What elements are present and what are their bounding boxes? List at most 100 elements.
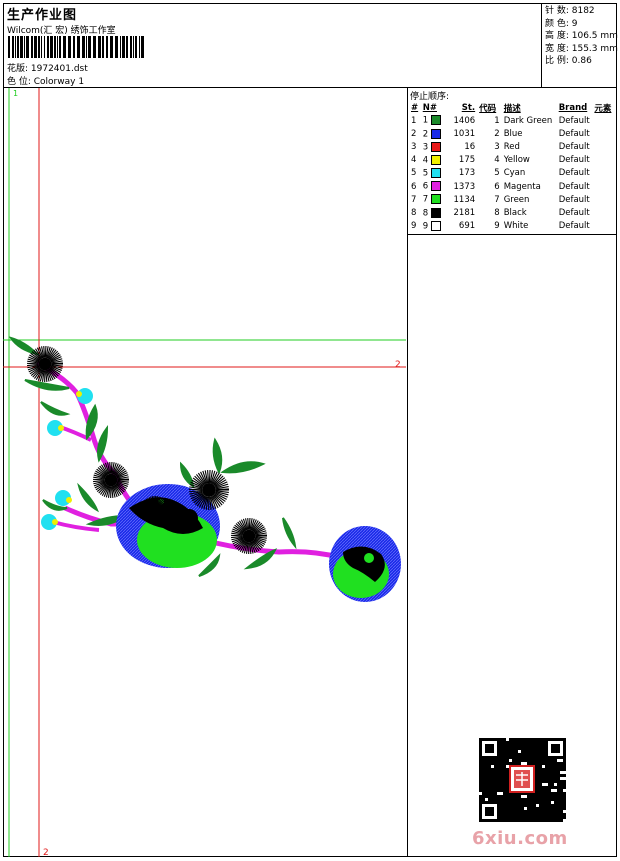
row-brand: Default: [557, 206, 593, 219]
color-swatch: [431, 168, 441, 178]
row-code: 2: [477, 127, 502, 140]
row-desc: Green: [502, 193, 557, 206]
row-index: 4: [409, 154, 421, 167]
row-stitches: 16: [447, 140, 477, 153]
site-watermark: 6xiu.com: [472, 828, 568, 849]
row-code: 4: [477, 154, 502, 167]
row-brand: Default: [557, 220, 593, 233]
row-stitches: 175: [447, 154, 477, 167]
qr-code-icon: [478, 738, 566, 822]
row-brand: Default: [557, 114, 593, 127]
color-swatch: [431, 208, 441, 218]
row-code: 3: [477, 140, 502, 153]
design-height: 高 度: 106.5 mm: [545, 30, 617, 43]
col-n: N#: [421, 101, 447, 114]
row-index: 7: [409, 193, 421, 206]
company-name: Wilcom(汇 宏) 绣饰工作室: [7, 23, 116, 36]
row-n: 2: [421, 127, 447, 140]
row-desc: Cyan: [502, 167, 557, 180]
guide-marker-2-v: 2: [43, 848, 49, 857]
row-n: 9: [421, 220, 447, 233]
guide-marker-2-h: 2: [395, 360, 401, 370]
row-code: 1: [477, 114, 502, 127]
row-index: 2: [409, 127, 421, 140]
row-desc: Red: [502, 140, 557, 153]
row-stitches: 2181: [447, 206, 477, 219]
col-element: 元素: [592, 101, 617, 114]
legend-row: 22 10312BlueDefault: [409, 127, 617, 140]
row-element: [592, 140, 617, 153]
row-desc: Black: [502, 206, 557, 219]
row-brand: Default: [557, 127, 593, 140]
color-swatch: [431, 142, 441, 152]
col-stitches: St.: [447, 101, 477, 114]
row-element: [592, 206, 617, 219]
row-desc: Blue: [502, 127, 557, 140]
row-desc: Yellow: [502, 154, 557, 167]
row-stitches: 1031: [447, 127, 477, 140]
row-desc: Magenta: [502, 180, 557, 193]
red-seal-icon: [510, 766, 534, 792]
row-element: [592, 180, 617, 193]
row-desc: Dark Green: [502, 114, 557, 127]
row-desc: White: [502, 220, 557, 233]
row-stitches: 1373: [447, 180, 477, 193]
stitch-count: 针 数: 8182: [545, 5, 617, 18]
guide-marker-1: 1: [13, 89, 18, 98]
row-index: 6: [409, 180, 421, 193]
color-swatch: [431, 129, 441, 139]
row-stitches: 691: [447, 220, 477, 233]
row-index: 9: [409, 220, 421, 233]
row-index: 5: [409, 167, 421, 180]
color-count: 颜 色: 9: [545, 18, 617, 31]
row-n: 4: [421, 154, 447, 167]
row-index: 1: [409, 114, 421, 127]
sheet-title: 生产作业图: [7, 4, 77, 23]
legend-row: 33 163RedDefault: [409, 140, 617, 153]
legend-row: 99 6919WhiteDefault: [409, 220, 617, 233]
row-stitches: 173: [447, 167, 477, 180]
design-scale: 比 例: 0.86: [545, 55, 617, 68]
row-stitches: 1134: [447, 193, 477, 206]
row-stitches: 1406: [447, 114, 477, 127]
row-n: 1: [421, 114, 447, 127]
row-code: 9: [477, 220, 502, 233]
color-legend: 停止顺序: # N# St. 代码 描述 Brand 元素 11 14061Da…: [408, 88, 617, 235]
row-code: 5: [477, 167, 502, 180]
legend-row: 44 1754YellowDefault: [409, 154, 617, 167]
colorway: 色 位: Colorway 1: [7, 74, 84, 87]
col-index: #: [409, 101, 421, 114]
row-code: 6: [477, 180, 502, 193]
row-brand: Default: [557, 193, 593, 206]
row-element: [592, 193, 617, 206]
embroidery-design: 1 2 2: [3, 88, 408, 857]
col-code: 代码: [477, 101, 502, 114]
row-index: 8: [409, 206, 421, 219]
legend-row: 66 13736MagentaDefault: [409, 180, 617, 193]
row-code: 7: [477, 193, 502, 206]
design-stats: 针 数: 8182 颜 色: 9 高 度: 106.5 mm 宽 度: 155.…: [541, 3, 617, 87]
legend-table: # N# St. 代码 描述 Brand 元素 11 14061Dark Gre…: [409, 101, 617, 233]
row-brand: Default: [557, 154, 593, 167]
row-brand: Default: [557, 180, 593, 193]
row-n: 6: [421, 180, 447, 193]
design-width: 宽 度: 155.3 mm: [545, 43, 617, 56]
row-n: 8: [421, 206, 447, 219]
color-swatch: [431, 221, 441, 231]
row-brand: Default: [557, 140, 593, 153]
legend-row: 11 14061Dark GreenDefault: [409, 114, 617, 127]
row-code: 8: [477, 206, 502, 219]
legend-row: 55 1735CyanDefault: [409, 167, 617, 180]
large-flower-right: [329, 526, 401, 602]
row-element: [592, 220, 617, 233]
row-n: 3: [421, 140, 447, 153]
color-swatch: [431, 115, 441, 125]
col-desc: 描述: [502, 101, 557, 114]
col-brand: Brand: [557, 101, 593, 114]
row-index: 3: [409, 140, 421, 153]
design-canvas: 1 2 2: [3, 88, 408, 857]
color-swatch: [431, 194, 441, 204]
row-element: [592, 127, 617, 140]
pattern-file: 花版: 1972401.dst: [7, 61, 88, 74]
row-element: [592, 167, 617, 180]
